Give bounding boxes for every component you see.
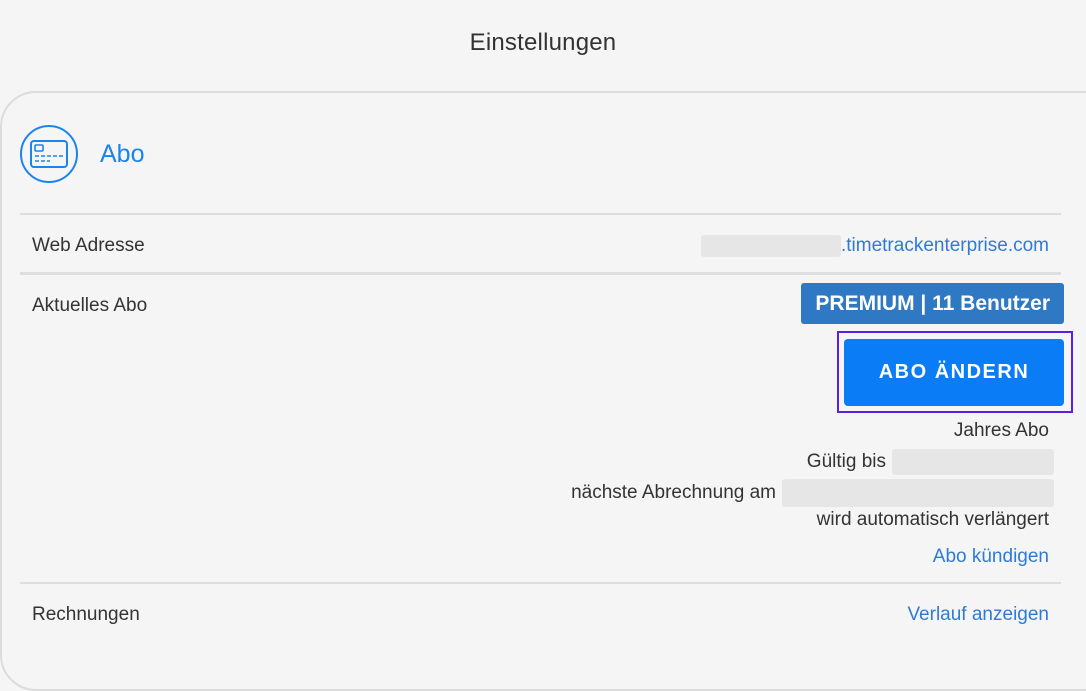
plan-badge: PREMIUM | 11 Benutzer (801, 283, 1064, 324)
cancel-plan-line: Abo kündigen (933, 546, 1049, 568)
web-address-value: .timetrackenterprise.com (700, 235, 1049, 257)
auto-renew-text: wird automatisch verlängert (816, 509, 1049, 530)
auto-renew-line: wird automatisch verlängert (817, 509, 1049, 531)
invoices-row: Rechnungen Verlauf anzeigen (20, 582, 1061, 642)
next-billing-line: nächste Abrechnung am (571, 479, 1054, 507)
plan-period: Jahres Abo (954, 420, 1049, 442)
web-address-label: Web Adresse (32, 235, 145, 256)
cancel-plan-link[interactable]: Abo kündigen (933, 546, 1049, 568)
redacted-subdomain (700, 235, 841, 257)
change-plan-button[interactable]: ABO ÄNDERN (844, 339, 1064, 406)
credit-card-icon-svg (30, 140, 68, 168)
page-header: Einstellungen (0, 0, 1086, 92)
invoices-label: Rechnungen (32, 604, 140, 625)
credit-card-icon (20, 125, 78, 183)
valid-until-line: Gültig bis (807, 449, 1054, 475)
page-title: Einstellungen (469, 29, 617, 56)
redacted-next-billing-date (782, 479, 1054, 507)
valid-until-label: Gültig bis (806, 451, 886, 472)
show-history-link[interactable]: Verlauf anzeigen (907, 604, 1049, 626)
current-plan-label: Aktuelles Abo (32, 295, 148, 316)
plan-period-text: Jahres Abo (953, 420, 1049, 441)
section-header: Abo (20, 124, 144, 184)
web-address-row: Web Adresse .timetrackenterprise.com (20, 213, 1061, 271)
next-billing-label: nächste Abrechnung am (571, 482, 776, 503)
web-address-domain[interactable]: .timetrackenterprise.com (841, 235, 1049, 257)
section-title: Abo (100, 139, 145, 168)
redacted-valid-until-date (892, 449, 1054, 475)
current-plan-row: Aktuelles Abo PREMIUM | 11 Benutzer (20, 272, 1064, 582)
